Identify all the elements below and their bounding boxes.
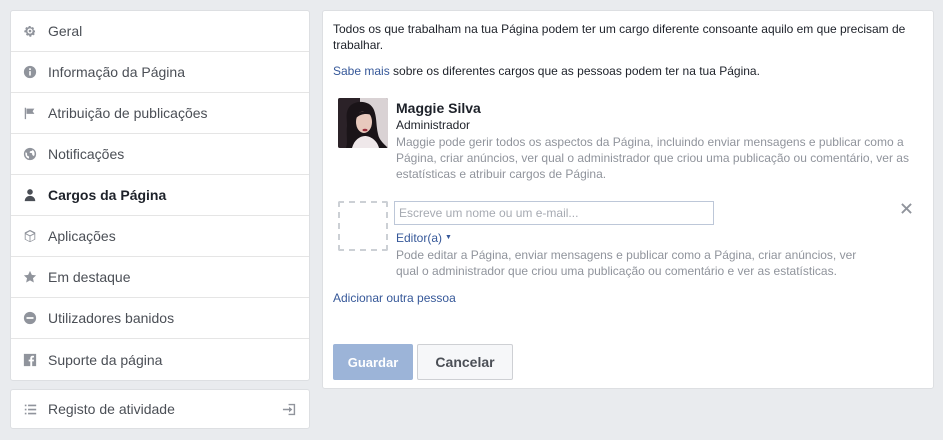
form-buttons: Guardar Cancelar bbox=[333, 344, 513, 380]
exit-icon[interactable] bbox=[282, 402, 298, 418]
user-role: Administrador bbox=[396, 118, 471, 132]
learn-more-text: Sabe mais sobre os diferentes cargos que… bbox=[333, 63, 923, 79]
sidebar-item-label: Aplicações bbox=[48, 228, 116, 244]
placeholder-avatar bbox=[338, 201, 388, 251]
sidebar-item-label: Informação da Página bbox=[48, 64, 185, 80]
sidebar-item-page-support[interactable]: Suporte da página bbox=[11, 339, 309, 380]
sidebar-item-label: Utilizadores banidos bbox=[48, 310, 175, 326]
info-icon bbox=[22, 64, 38, 80]
globe-icon bbox=[22, 146, 38, 162]
sidebar-item-label: Atribuição de publicações bbox=[48, 105, 208, 121]
save-button[interactable]: Guardar bbox=[333, 344, 413, 380]
page-roles-panel: Todos os que trabalham na tua Página pod… bbox=[322, 10, 934, 389]
activity-log-label: Registo de atividade bbox=[48, 401, 175, 417]
sidebar-item-featured[interactable]: Em destaque bbox=[11, 257, 309, 298]
sidebar-item-page-info[interactable]: Informação da Página bbox=[11, 52, 309, 93]
cancel-button[interactable]: Cancelar bbox=[417, 344, 513, 380]
name-or-email-input[interactable] bbox=[394, 201, 714, 225]
role-dropdown-label: Editor(a) bbox=[396, 231, 443, 245]
chevron-down-icon: ▼ bbox=[445, 234, 452, 241]
sidebar-item-general[interactable]: Geral bbox=[11, 11, 309, 52]
learn-more-rest: sobre os diferentes cargos que as pessoa… bbox=[389, 64, 760, 78]
flag-icon bbox=[22, 105, 38, 121]
intro-text: Todos os que trabalham na tua Página pod… bbox=[333, 22, 906, 52]
user-name[interactable]: Maggie Silva bbox=[396, 99, 916, 117]
sidebar-item-label: Em destaque bbox=[48, 269, 131, 285]
add-another-person-link[interactable]: Adicionar outra pessoa bbox=[333, 290, 456, 306]
role-dropdown[interactable]: Editor(a) ▼ bbox=[396, 230, 452, 246]
facebook-icon bbox=[22, 352, 38, 368]
settings-sidebar: Geral Informação da Página Atribuição de… bbox=[10, 10, 310, 381]
new-role-row: Editor(a) ▼ Pode editar a Página, enviar… bbox=[338, 201, 876, 279]
close-icon[interactable] bbox=[901, 202, 913, 214]
person-icon bbox=[22, 187, 38, 203]
gear-icon bbox=[22, 23, 38, 39]
activity-log-item[interactable]: Registo de atividade bbox=[10, 389, 310, 429]
sidebar-item-notifications[interactable]: Notificações bbox=[11, 134, 309, 175]
cube-icon bbox=[22, 228, 38, 244]
existing-role-row: Maggie Silva Administrador Maggie pode g… bbox=[338, 98, 916, 182]
star-icon bbox=[22, 269, 38, 285]
user-role-description: Maggie pode gerir todos os aspectos da P… bbox=[396, 135, 909, 181]
sidebar-item-post-attribution[interactable]: Atribuição de publicações bbox=[11, 93, 309, 134]
sidebar-item-label: Suporte da página bbox=[48, 351, 163, 368]
sidebar-item-label: Cargos da Página bbox=[48, 187, 167, 203]
sidebar-item-banned-users[interactable]: Utilizadores banidos bbox=[11, 298, 309, 339]
sidebar-item-label: Notificações bbox=[48, 146, 125, 162]
ban-icon bbox=[22, 310, 38, 326]
avatar[interactable] bbox=[338, 98, 388, 148]
sidebar-item-apps[interactable]: Aplicações bbox=[11, 216, 309, 257]
list-icon bbox=[22, 401, 38, 417]
sidebar-item-page-roles[interactable]: Cargos da Página bbox=[11, 175, 309, 216]
sidebar-item-label: Geral bbox=[48, 23, 83, 39]
role-description: Pode editar a Página, enviar mensagens e… bbox=[396, 248, 857, 278]
learn-more-link[interactable]: Sabe mais bbox=[333, 64, 390, 78]
